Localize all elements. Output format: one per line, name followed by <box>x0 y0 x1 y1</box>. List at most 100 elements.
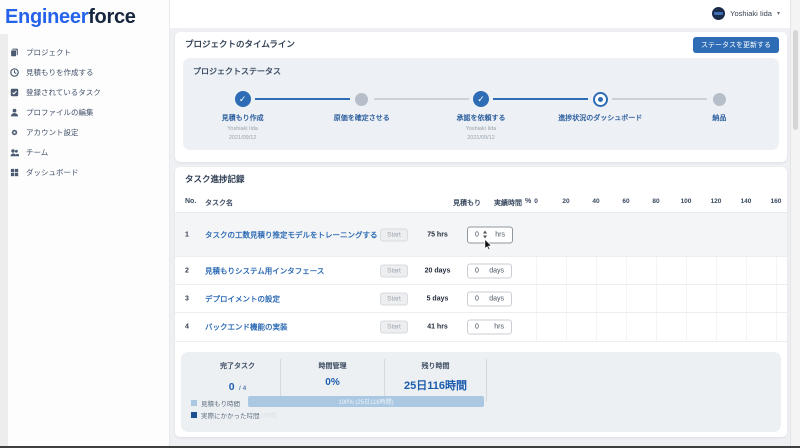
axis-tick: 20 <box>562 198 569 205</box>
update-status-button[interactable]: ステータスを更新する <box>693 37 779 53</box>
sidebar-item-registered-tasks[interactable]: 登録されているタスク <box>0 82 170 102</box>
remaining-value: 25日116時間 <box>385 377 486 393</box>
user-name: Yoshiaki Iida <box>730 9 772 18</box>
axis-tick: 80 <box>652 198 659 205</box>
sidebar-item-label: 見積もりを作成する <box>26 67 94 78</box>
brand-secondary: force <box>88 6 135 28</box>
actual-hours-stepper[interactable]: 0 days <box>467 291 512 306</box>
timeline-card-title: プロジェクトのタイムライン <box>185 38 295 50</box>
axis-tick: 40 <box>592 198 599 205</box>
start-button[interactable]: Start <box>380 321 408 334</box>
projects-icon <box>10 48 19 57</box>
task-row: 2 見積もりシステム用インタフェース Start 20 days 0 days <box>175 257 787 285</box>
step-label: 進捗状況のダッシュボード <box>558 113 642 123</box>
profile-icon <box>10 108 19 117</box>
start-button[interactable]: Start <box>380 228 408 241</box>
status-stepper: ✓ 見積もり作成 Yoshiaki Iida 2021/09/12 原価を確定さ… <box>183 90 779 146</box>
sidebar-item-projects[interactable]: プロジェクト <box>0 42 170 62</box>
step-by: Yoshiaki Iida <box>466 125 497 134</box>
sidebar-item-label: プロファイルの編集 <box>26 107 94 118</box>
sidebar-item-account-settings[interactable]: アカウント設定 <box>0 122 170 142</box>
progress-bar-track <box>536 230 776 240</box>
axis-tick: 100 <box>681 198 692 205</box>
stepper-value: 0 <box>475 267 479 274</box>
sidebar-item-dashboard[interactable]: ダッシュボード <box>0 162 170 182</box>
actual-hours-stepper[interactable]: 0 hrs <box>467 226 513 243</box>
estimate-value: 41 hrs <box>410 324 465 331</box>
stepper-arrows-icon[interactable] <box>483 231 487 239</box>
sidebar-item-label: ダッシュボード <box>26 167 79 178</box>
start-button[interactable]: Start <box>380 292 408 305</box>
estimate-value: 5 days <box>410 295 465 302</box>
start-button[interactable]: Start <box>380 264 408 277</box>
time-management-stat: 時間管理 0% <box>281 359 385 401</box>
task-name-link[interactable]: バックエンド機能の実装 <box>205 322 288 333</box>
legend-square-dark-icon <box>191 412 197 418</box>
task-name-link[interactable]: デプロイメントの設定 <box>205 293 280 304</box>
step-label: 納品 <box>712 113 726 123</box>
tasks-icon <box>10 88 19 97</box>
task-table: 1 タスクの工数見積り推定モデルをトレーニングする Start 75 hrs 0… <box>175 212 787 342</box>
sidebar-nav: プロジェクト 見積もりを作成する 登録されているタスク プロファイルの編集 アカ… <box>0 42 170 182</box>
stepper-value: 0 <box>475 324 479 331</box>
legend-square-light-icon <box>191 400 197 406</box>
sidebar-item-team[interactable]: チーム <box>0 142 170 162</box>
summary-stats: 完了タスク 0 / 4 時間管理 0% 残り時間 25日116時間 <box>195 359 487 401</box>
stepper-unit: days <box>489 295 504 302</box>
step-connector <box>612 98 707 100</box>
stepper-value: 0 <box>475 295 479 302</box>
stepper-unit: hrs <box>494 324 504 331</box>
sidebar-item-label: プロジェクト <box>26 47 71 58</box>
step-label: 承認を依頼する <box>457 113 506 123</box>
step-by: Yoshiaki Iida <box>227 125 258 134</box>
axis-tick: 60 <box>622 198 629 205</box>
pending-circle-icon <box>355 93 368 106</box>
actual-hours-stepper[interactable]: 0 days <box>467 263 512 278</box>
axis-tick: 0 <box>534 198 538 205</box>
column-header-task: タスク名 <box>205 198 233 208</box>
stat-label: 完了タスク <box>195 361 280 371</box>
legend-estimate: 見積もり時間 <box>191 398 240 408</box>
remaining-time-stat: 残り時間 25日116時間 <box>385 359 487 401</box>
step-meta: Yoshiaki Iida 2021/09/12 <box>466 125 497 143</box>
sidebar-item-edit-profile[interactable]: プロファイルの編集 <box>0 102 170 122</box>
user-menu[interactable]: Yoshiaki Iida ▾ <box>712 7 780 20</box>
estimate-value: 20 days <box>410 267 465 274</box>
time-value: 0% <box>281 377 384 388</box>
summary-panel: 完了タスク 0 / 4 時間管理 0% 残り時間 25日116時間 見積もり時間 <box>181 352 781 432</box>
completed-tasks-stat: 完了タスク 0 / 4 <box>195 359 281 401</box>
actual-hours-stepper[interactable]: 0 hrs <box>467 320 512 335</box>
estimate-icon <box>10 68 19 77</box>
step-date: 2021/09/12 <box>227 134 258 143</box>
step-meta: Yoshiaki Iida 2021/09/12 <box>227 125 258 143</box>
column-header-actual: 実績時間 <box>475 198 522 208</box>
task-progress-card: タスク進捗記録 No. タスク名 見積もり 実績時間 % 0 20 40 60 … <box>175 167 787 437</box>
chevron-down-icon: ▾ <box>777 10 780 17</box>
axis-tick: 140 <box>741 198 752 205</box>
check-circle-icon: ✓ <box>235 91 251 107</box>
task-no: 2 <box>185 267 189 274</box>
user-avatar <box>712 7 725 20</box>
scrollbar-track[interactable] <box>790 0 800 446</box>
task-no: 1 <box>185 231 189 238</box>
topbar: Yoshiaki Iida ▾ <box>170 0 790 28</box>
task-name-link[interactable]: タスクの工数見積り推定モデルをトレーニングする <box>205 229 378 240</box>
progress-bar-track <box>536 322 776 332</box>
scrollbar-thumb[interactable] <box>793 30 798 130</box>
estimate-value: 75 hrs <box>410 231 465 238</box>
team-icon <box>10 148 19 157</box>
project-status-panel: プロジェクトステータス ✓ 見積もり作成 Yoshiaki Iida 2021/… <box>183 58 779 150</box>
task-row: 4 バックエンド機能の実装 Start 41 hrs 0 hrs <box>175 313 787 342</box>
project-timeline-card: プロジェクトのタイムライン ステータスを更新する プロジェクトステータス ✓ 見… <box>175 32 787 162</box>
pending-circle-icon <box>713 93 726 106</box>
axis-tick: 160 <box>771 198 782 205</box>
axis-tick: 120 <box>711 198 722 205</box>
legend-label: 見積もり時間 <box>201 398 240 408</box>
estimate-bar-track: 100% (25日116時間) <box>248 396 484 407</box>
completed-total: / 4 <box>239 385 246 392</box>
sidebar-item-create-estimate[interactable]: 見積もりを作成する <box>0 62 170 82</box>
task-name-link[interactable]: 見積もりシステム用インタフェース <box>205 265 324 276</box>
sidebar-item-label: チーム <box>26 147 48 158</box>
step-connector <box>255 98 350 100</box>
status-panel-title: プロジェクトステータス <box>193 66 281 77</box>
